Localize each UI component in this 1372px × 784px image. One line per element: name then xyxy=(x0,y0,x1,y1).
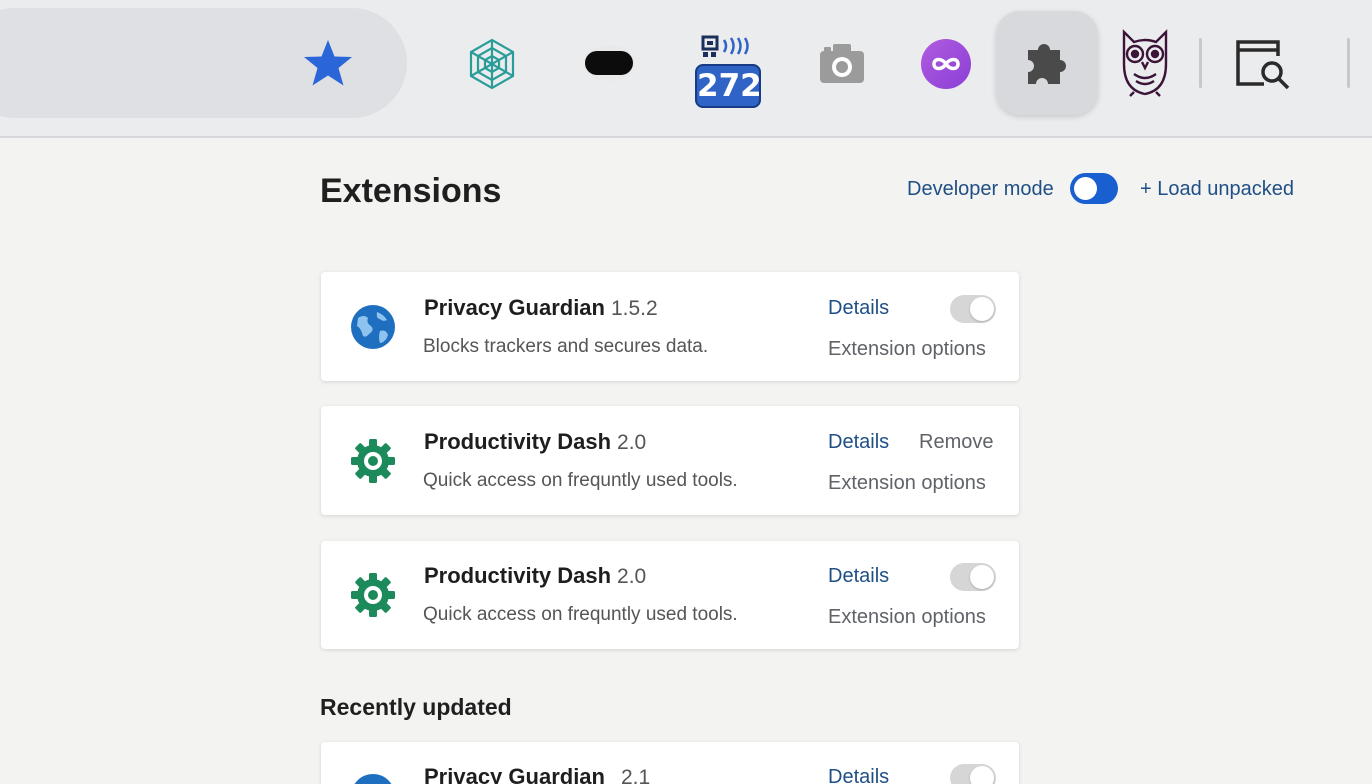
details-button[interactable]: Details xyxy=(828,565,889,588)
extension-options-link[interactable]: Extension options xyxy=(828,606,986,629)
broadcast-counter-icon[interactable]: 272 xyxy=(694,34,762,110)
extension-description: Blocks trackers and secures data. xyxy=(423,336,709,357)
section-title-recently-updated: Recently updated xyxy=(320,694,512,720)
extension-name: Productivity Dash 2.0 xyxy=(424,429,647,454)
extension-name: Privacy Guardian 2.1 xyxy=(424,764,650,784)
extension-card: Productivity Dash 2.0 Quick access on fre… xyxy=(321,541,1019,649)
extension-card: Privacy Guardian 2.1 Details xyxy=(321,742,1019,784)
extension-enable-toggle[interactable] xyxy=(950,764,996,784)
developer-mode-toggle[interactable] xyxy=(1070,173,1118,204)
extension-name: Privacy Guardian 1.5.2 xyxy=(424,295,658,320)
web-icon[interactable] xyxy=(464,36,520,92)
load-unpacked-button[interactable]: + Load unpacked xyxy=(1140,178,1294,201)
globe-icon xyxy=(349,303,397,351)
extensions-menu-button[interactable] xyxy=(996,11,1098,115)
toolbar-separator xyxy=(1347,38,1350,88)
bookmark-star-icon[interactable] xyxy=(300,36,356,92)
extension-version: 1.5.2 xyxy=(610,297,658,320)
extension-enable-toggle[interactable] xyxy=(950,563,996,591)
details-button[interactable]: Details xyxy=(828,297,889,320)
extension-card: Privacy Guardian 1.5.2 Blocks trackers an… xyxy=(321,272,1019,381)
extension-name: Productivity Dash 2.0 xyxy=(424,563,647,588)
camera-icon[interactable] xyxy=(814,38,870,88)
page-title: Extensions xyxy=(320,172,502,210)
details-button[interactable]: Details xyxy=(828,431,889,454)
extensions-puzzle-icon xyxy=(1028,44,1066,84)
globe-icon xyxy=(349,772,397,784)
gear-icon xyxy=(349,571,397,619)
search-window-icon[interactable] xyxy=(1232,38,1294,90)
extension-version: 2.1 xyxy=(620,766,651,784)
gear-icon xyxy=(349,437,397,485)
developer-mode-label: Developer mode xyxy=(907,178,1054,200)
extension-description: Quick access on frequntly used tools. xyxy=(423,470,738,491)
vr-headset-icon[interactable] xyxy=(580,38,638,88)
details-button[interactable]: Details xyxy=(828,766,889,784)
infinity-icon[interactable] xyxy=(918,36,974,92)
owl-icon[interactable] xyxy=(1114,28,1176,98)
extension-version: 2.0 xyxy=(617,565,647,588)
extension-description: Quick access on frequntly used tools. xyxy=(423,604,738,625)
browser-toolbar: 272 xyxy=(0,0,1372,138)
extension-options-link[interactable]: Extension options xyxy=(828,338,986,361)
extension-card: Productivity Dash 2.0 Quick access on fre… xyxy=(321,406,1019,515)
extension-options-link[interactable]: Extension options xyxy=(828,472,986,495)
extension-version: 2.0 xyxy=(617,431,647,454)
toolbar-separator xyxy=(1199,38,1202,88)
remove-button[interactable]: Remove xyxy=(919,431,993,454)
notification-count-badge: 272 xyxy=(695,64,762,108)
extension-enable-toggle[interactable] xyxy=(950,295,996,323)
